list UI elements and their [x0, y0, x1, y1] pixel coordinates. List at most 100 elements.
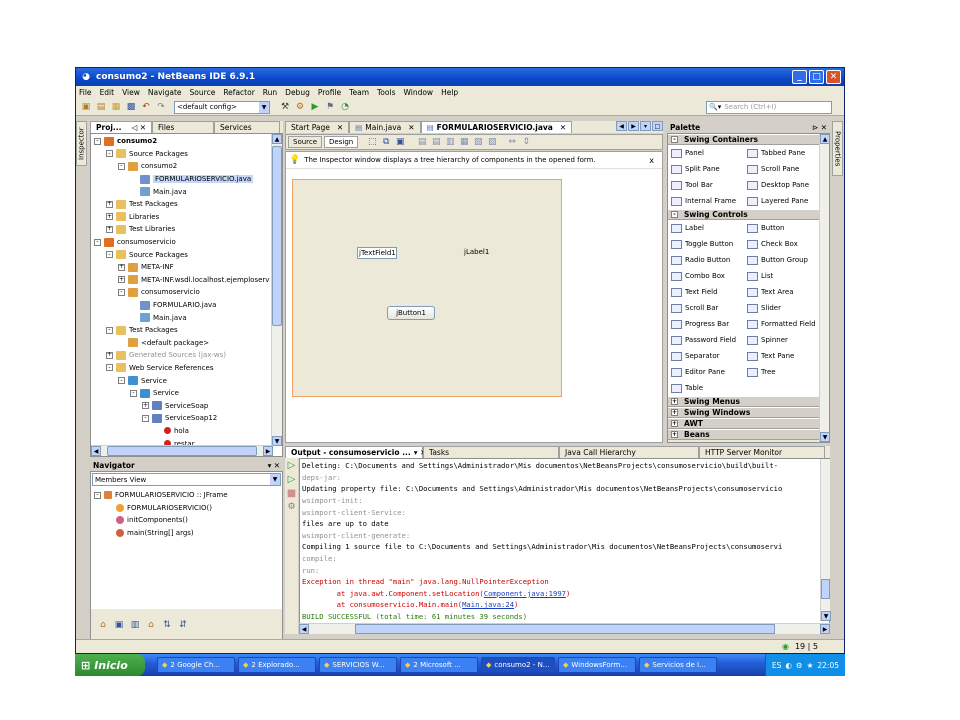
- menu-help[interactable]: Help: [441, 88, 458, 97]
- expand-icon[interactable]: +: [106, 200, 113, 208]
- tray-network-icon[interactable]: ◐: [785, 661, 792, 670]
- tree-node[interactable]: + META-INF: [94, 261, 271, 274]
- palette-item-spinner[interactable]: Spinner: [745, 332, 821, 348]
- menu-debug[interactable]: Debug: [285, 88, 310, 97]
- palette-section-swing-windows[interactable]: + Swing Windows: [668, 407, 829, 418]
- undo-icon[interactable]: ↶: [140, 101, 152, 113]
- palette-item-combo-box[interactable]: Combo Box: [669, 268, 745, 284]
- tab-services[interactable]: Services: [214, 121, 280, 133]
- tab-list-icon[interactable]: ▾: [640, 121, 651, 131]
- scroll-down-icon[interactable]: ▼: [821, 611, 831, 621]
- start-button[interactable]: ⊞ Inicio: [75, 654, 145, 676]
- projects-vscroll[interactable]: ▲ ▼: [271, 134, 282, 446]
- scroll-left-icon[interactable]: ◀: [91, 446, 101, 456]
- palette-item-split-pane[interactable]: Split Pane: [669, 161, 745, 177]
- navigator-item[interactable]: - FORMULARIOSERVICIO :: JFrame: [94, 489, 282, 502]
- taskbar-item[interactable]: ◆ Servicios de I...: [639, 657, 717, 673]
- selection-mode-icon[interactable]: ⬚: [366, 136, 378, 148]
- tree-node[interactable]: - Service: [94, 387, 271, 400]
- editor-tab-mainjava[interactable]: ▤ Main.java ✕: [349, 121, 421, 133]
- center-vertical-icon[interactable]: ▨: [486, 136, 498, 148]
- rerun-icon[interactable]: ▷: [288, 460, 296, 471]
- menu-tools[interactable]: Tools: [377, 88, 395, 97]
- scroll-up-icon[interactable]: ▲: [820, 134, 830, 144]
- palette-item-text-area[interactable]: Text Area: [745, 284, 821, 300]
- scroll-down-icon[interactable]: ▼: [820, 432, 830, 442]
- palette-item-editor-pane[interactable]: Editor Pane: [669, 364, 745, 380]
- output-tab-2[interactable]: Java Call Hierarchy: [559, 446, 699, 458]
- palette-item-internal-frame[interactable]: Internal Frame: [669, 193, 745, 209]
- tree-node[interactable]: - Source Packages: [94, 248, 271, 261]
- palette-item-toggle-button[interactable]: Toggle Button: [669, 236, 745, 252]
- palette-item-panel[interactable]: Panel: [669, 145, 745, 161]
- palette-item-tree[interactable]: Tree: [745, 364, 821, 380]
- scroll-right-icon[interactable]: ▶: [820, 624, 830, 634]
- collapse-icon[interactable]: -: [106, 326, 113, 334]
- filter-static-icon[interactable]: ▣: [113, 619, 125, 631]
- tree-node[interactable]: + META-INF.wsdl.localhost.ejemploserv: [94, 274, 271, 287]
- tree-node[interactable]: Main.java: [94, 185, 271, 198]
- mode-tab-source[interactable]: Source: [288, 136, 323, 148]
- tree-node[interactable]: - Source Packages: [94, 148, 271, 161]
- open-project-icon[interactable]: ▦: [110, 101, 122, 113]
- taskbar-item[interactable]: ◆ 2 Explorado...: [238, 657, 316, 673]
- maximize-editor-icon[interactable]: □: [652, 121, 663, 131]
- palette-item-layered-pane[interactable]: Layered Pane: [745, 193, 821, 209]
- tree-node[interactable]: - consumoservicio: [94, 236, 271, 249]
- tree-node[interactable]: + Libraries: [94, 211, 271, 224]
- jlabel1[interactable]: jLabel1: [464, 248, 489, 256]
- output-source-link[interactable]: Main.java:24: [462, 600, 514, 609]
- debug-icon[interactable]: ⚑: [324, 101, 336, 113]
- tab-proj[interactable]: Proj... ◁ ✕: [90, 121, 152, 133]
- collapse-icon[interactable]: -: [106, 364, 113, 372]
- properties-side-tab[interactable]: Properties: [832, 121, 843, 176]
- inspector-side-tab[interactable]: Inspector: [76, 121, 87, 166]
- menu-source[interactable]: Source: [190, 88, 216, 97]
- config-combo[interactable]: <default config> ▼: [174, 100, 270, 114]
- palette-item-tool-bar[interactable]: Tool Bar: [669, 177, 745, 193]
- collapse-icon[interactable]: -: [94, 491, 101, 499]
- clean-build-icon[interactable]: ⚙: [294, 101, 306, 113]
- tree-node[interactable]: + Test Packages: [94, 198, 271, 211]
- center-horizontal-icon[interactable]: ▥: [444, 136, 456, 148]
- palette-item-list[interactable]: List: [745, 268, 821, 284]
- collapse-icon[interactable]: -: [94, 238, 101, 246]
- collapse-icon[interactable]: -: [142, 414, 149, 422]
- navigator-controls-icon[interactable]: ▾ ✕: [268, 461, 280, 470]
- palette-section-swing-containers[interactable]: - Swing Containers: [668, 134, 829, 145]
- sort-by-source-icon[interactable]: ⇵: [177, 619, 189, 631]
- scroll-down-icon[interactable]: ▼: [272, 436, 282, 446]
- taskbar-item[interactable]: ◆ 2 Microsoft ...: [400, 657, 478, 673]
- palette-controls-icon[interactable]: ⊳ ✕: [812, 123, 827, 132]
- output-scroll-thumb[interactable]: [821, 579, 830, 599]
- palette-item-desktop-pane[interactable]: Desktop Pane: [745, 177, 821, 193]
- jbutton1[interactable]: jButton1: [387, 306, 435, 320]
- tree-node[interactable]: - consumoservicio: [94, 286, 271, 299]
- close-tab-icon[interactable]: ✕: [408, 123, 414, 132]
- tab-menu-icon[interactable]: ◁ ✕: [131, 123, 146, 132]
- editor-tab-formularioserviciojava[interactable]: ▤ FORMULARIOSERVICIO.java ✕: [420, 121, 573, 133]
- connection-mode-icon[interactable]: ⧉: [380, 136, 392, 148]
- search-field[interactable]: 🔍▾ Search (Ctrl+I): [706, 100, 832, 114]
- tree-node[interactable]: - Web Service References: [94, 362, 271, 375]
- redo-icon[interactable]: ↷: [155, 101, 167, 113]
- tree-node[interactable]: - Service: [94, 374, 271, 387]
- sort-by-name-icon[interactable]: ⇅: [161, 619, 173, 631]
- collapse-icon[interactable]: -: [106, 150, 113, 158]
- output-tab-1[interactable]: Tasks: [423, 446, 559, 458]
- palette-item-button-group[interactable]: Button Group: [745, 252, 821, 268]
- tree-node[interactable]: FORMULARIO.java: [94, 299, 271, 312]
- palette-item-tabbed-pane[interactable]: Tabbed Pane: [745, 145, 821, 161]
- editor-tab-startpage[interactable]: Start Page ✕: [285, 121, 350, 133]
- build-icon[interactable]: ⚒: [279, 101, 291, 113]
- palette-section-beans[interactable]: + Beans: [668, 429, 829, 440]
- output-vscroll[interactable]: ▼: [820, 459, 831, 621]
- palette-item-scroll-bar[interactable]: Scroll Bar: [669, 300, 745, 316]
- palette-item-password-field[interactable]: Password Field: [669, 332, 745, 348]
- palette-item-check-box[interactable]: Check Box: [745, 236, 821, 252]
- scroll-left-icon[interactable]: ◀: [299, 624, 309, 634]
- new-file-icon[interactable]: ▤: [95, 101, 107, 113]
- output-tab-3[interactable]: HTTP Server Monitor: [699, 446, 825, 458]
- collapse-icon[interactable]: -: [106, 251, 113, 259]
- tree-node[interactable]: - Test Packages: [94, 324, 271, 337]
